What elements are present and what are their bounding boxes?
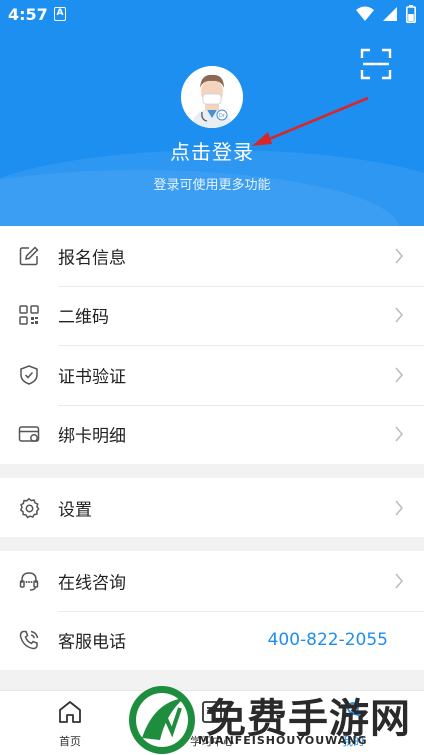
chevron-right-icon xyxy=(395,573,404,589)
watermark-subtext: MIANFEISHOUYOUWANG xyxy=(198,734,368,747)
menu-item-card-details[interactable]: 绑卡明细 xyxy=(0,404,424,465)
svg-text:Dr: Dr xyxy=(219,113,226,119)
annotation-arrow-icon xyxy=(252,96,369,146)
tab-label: 首页 xyxy=(59,735,81,748)
menu-item-service-phone[interactable]: 客服电话 400-822-2055 xyxy=(0,610,424,671)
menu-label: 证书验证 xyxy=(58,367,126,388)
menu-item-certificate-verify[interactable]: 证书验证 xyxy=(0,345,424,405)
headset-icon xyxy=(19,571,39,591)
shield-check-icon xyxy=(20,364,38,385)
gear-icon xyxy=(19,497,40,519)
menu-label: 绑卡明细 xyxy=(58,426,126,447)
wifi-icon xyxy=(356,6,374,21)
notification-a-icon: A xyxy=(54,7,66,21)
menu-label: 二维码 xyxy=(58,307,109,328)
menu-label: 报名信息 xyxy=(58,248,126,269)
signal-icon xyxy=(383,7,397,21)
status-time: 4:57 xyxy=(8,5,48,24)
battery-icon xyxy=(406,5,416,23)
home-icon xyxy=(59,701,81,723)
login-subtitle: 登录可使用更多功能 xyxy=(153,178,271,193)
service-phone-number[interactable]: 400-822-2055 xyxy=(268,630,388,650)
avatar[interactable]: Dr xyxy=(181,66,243,128)
chevron-right-icon xyxy=(395,500,404,516)
menu-item-online-consult[interactable]: 在线咨询 xyxy=(0,551,424,611)
menu-label: 设置 xyxy=(58,500,92,521)
card-icon xyxy=(18,426,40,443)
tab-home[interactable]: 首页 xyxy=(35,699,105,749)
status-icons xyxy=(356,5,416,23)
doctor-avatar-icon: Dr xyxy=(181,66,243,128)
menu-group-account: 报名信息 二维码 证书验证 绑卡明细 xyxy=(0,226,424,464)
menu-label: 客服电话 xyxy=(58,632,126,653)
menu-item-settings[interactable]: 设置 xyxy=(0,478,424,538)
phone-icon xyxy=(19,631,39,650)
chevron-right-icon xyxy=(395,307,404,323)
menu-item-qr-code[interactable]: 二维码 xyxy=(0,285,424,346)
menu-label: 在线咨询 xyxy=(58,573,126,594)
status-bar: 4:57 A xyxy=(0,0,424,30)
chevron-right-icon xyxy=(395,367,404,383)
scan-icon[interactable] xyxy=(360,48,392,80)
edit-icon xyxy=(19,246,39,265)
qr-code-icon xyxy=(19,305,39,325)
chevron-right-icon xyxy=(395,248,404,264)
chevron-right-icon xyxy=(395,426,404,442)
menu-group-settings: 设置 xyxy=(0,478,424,537)
profile-header: 4:57 A Dr 点击登录 登录可使用更多功能 xyxy=(0,0,424,226)
menu-item-registration-info[interactable]: 报名信息 xyxy=(0,226,424,286)
menu-group-support: 在线咨询 客服电话 400-822-2055 xyxy=(0,551,424,670)
